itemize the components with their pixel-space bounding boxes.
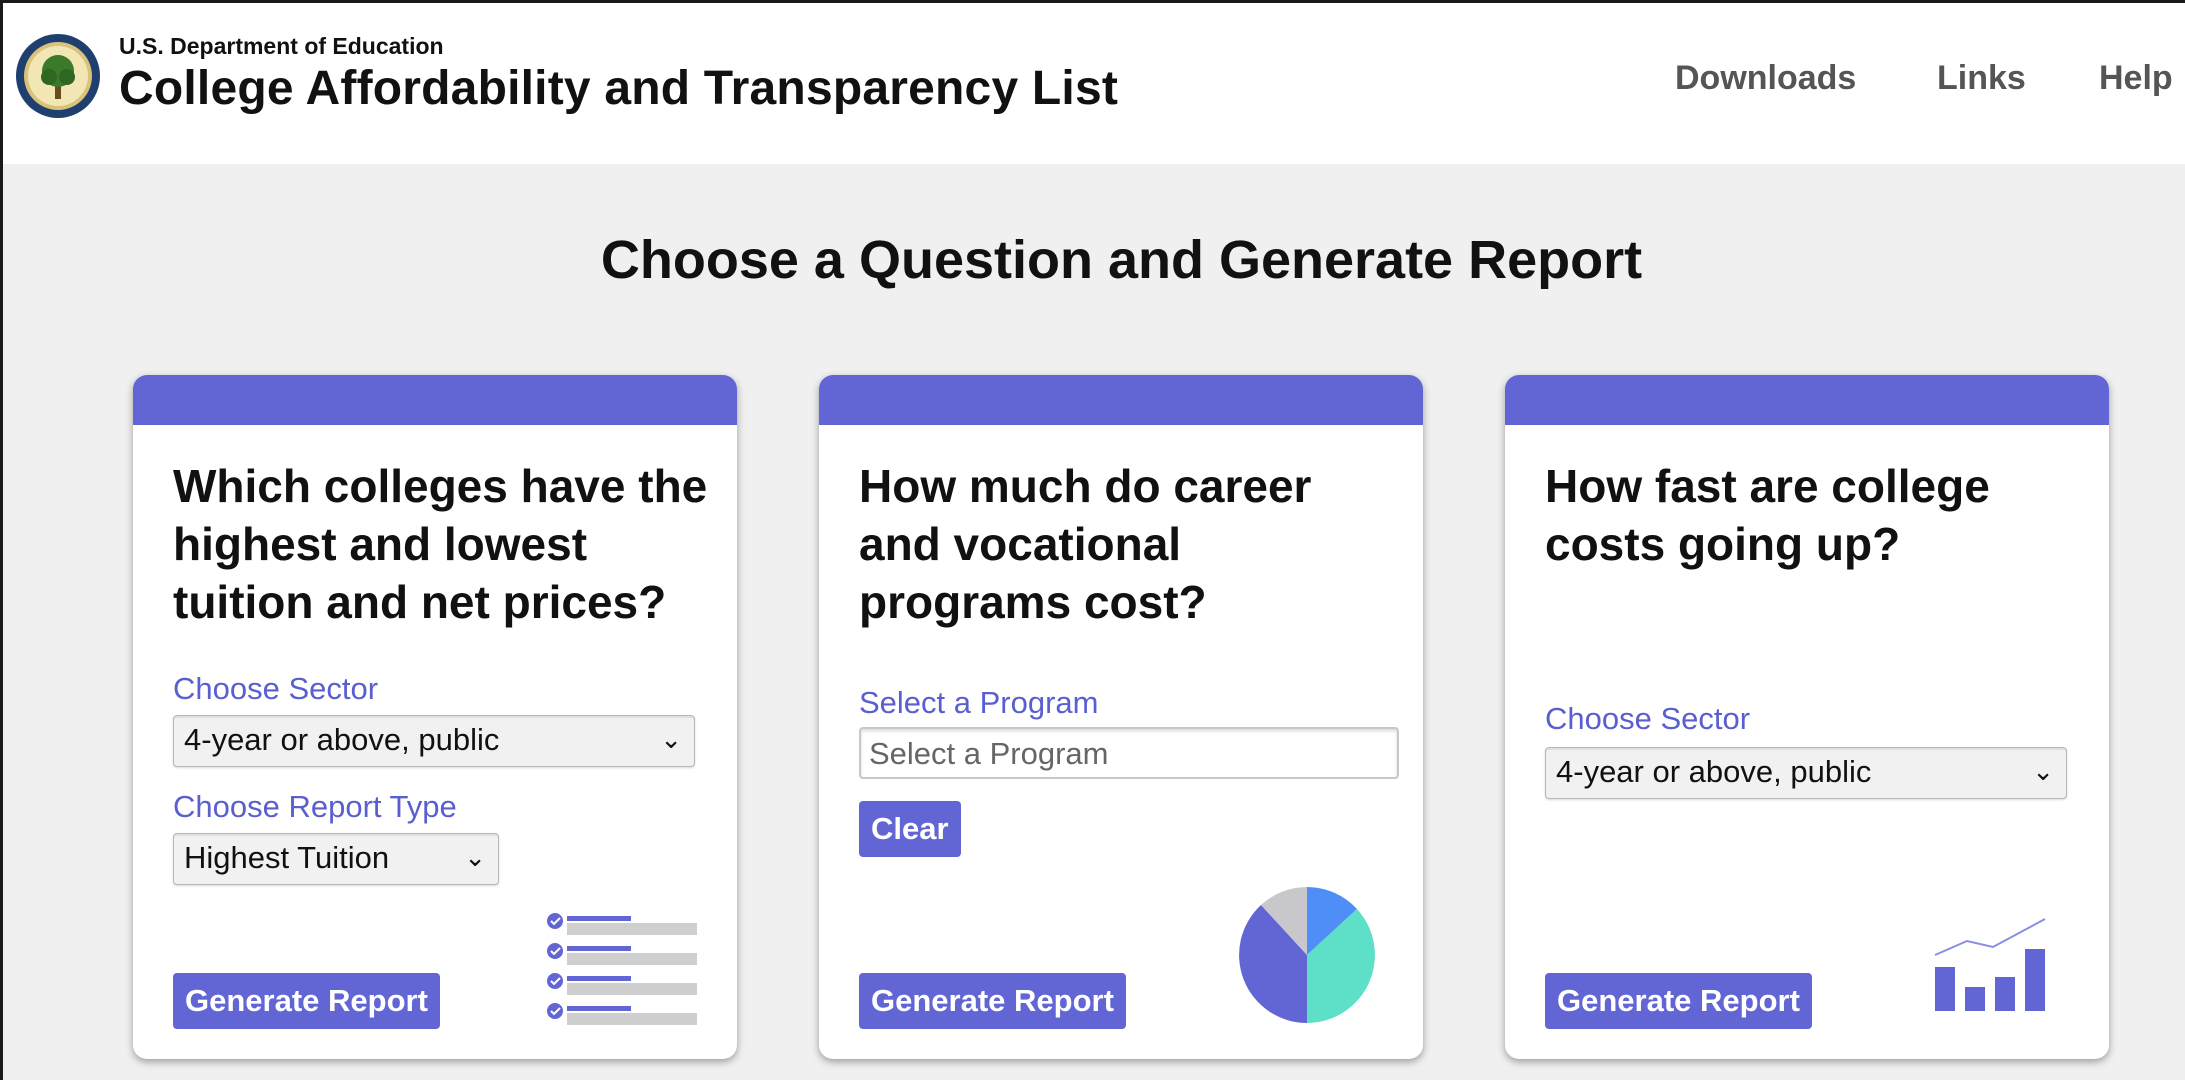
card-career-programs: How much do career and vocational progra… [819, 375, 1423, 1059]
card-question: How much do career and vocational progra… [859, 460, 1312, 628]
card-header-bar [133, 375, 737, 425]
bar-line-chart-icon [1934, 918, 2046, 1011]
checklist-icon [547, 913, 697, 1025]
app-title: College Affordability and Transparency L… [119, 62, 1119, 115]
sector-label: Choose Sector [1545, 701, 1751, 736]
department-seal-icon [16, 34, 100, 118]
card-question: Which colleges have the highest and lowe… [173, 460, 708, 628]
generate-report-button[interactable]: Generate Report [173, 973, 440, 1029]
nav-help[interactable]: Help [2099, 59, 2173, 98]
program-input-placeholder: Select a Program [869, 736, 1109, 771]
sector-label: Choose Sector [173, 671, 379, 706]
sector-select[interactable]: 4-year or above, public ⌄ [1545, 747, 2067, 799]
report-type-select-value: Highest Tuition [184, 840, 390, 875]
card-tuition-net-price: Which colleges have the highest and lowe… [133, 375, 737, 1059]
program-input[interactable]: Select a Program [859, 727, 1399, 779]
chevron-down-icon: ⌄ [464, 842, 486, 872]
page-heading: Choose a Question and Generate Report [600, 230, 1643, 290]
chevron-down-icon: ⌄ [2032, 756, 2054, 786]
chevron-down-icon: ⌄ [660, 724, 682, 754]
department-name: U.S. Department of Education [119, 33, 444, 59]
sector-select-value: 4-year or above, public [184, 722, 500, 757]
sector-select-value: 4-year or above, public [1556, 754, 1872, 789]
report-type-select[interactable]: Highest Tuition ⌄ [173, 833, 499, 885]
pie-chart-icon [1239, 887, 1375, 1023]
card-cost-increase: How fast are college costs going up? Cho… [1505, 375, 2109, 1059]
generate-report-button[interactable]: Generate Report [859, 973, 1126, 1029]
nav-downloads[interactable]: Downloads [1675, 59, 1856, 98]
clear-button[interactable]: Clear [859, 801, 961, 857]
generate-report-button[interactable]: Generate Report [1545, 973, 1812, 1029]
card-question: How fast are college costs going up? [1545, 460, 1990, 570]
card-header-bar [1505, 375, 2109, 425]
report-type-label: Choose Report Type [173, 789, 457, 824]
site-header: U.S. Department of Education College Aff… [3, 3, 2185, 164]
nav-links[interactable]: Links [1937, 59, 2026, 98]
card-header-bar [819, 375, 1423, 425]
program-label: Select a Program [859, 685, 1099, 720]
sector-select[interactable]: 4-year or above, public ⌄ [173, 715, 695, 767]
page: U.S. Department of Education College Aff… [0, 0, 2185, 1080]
